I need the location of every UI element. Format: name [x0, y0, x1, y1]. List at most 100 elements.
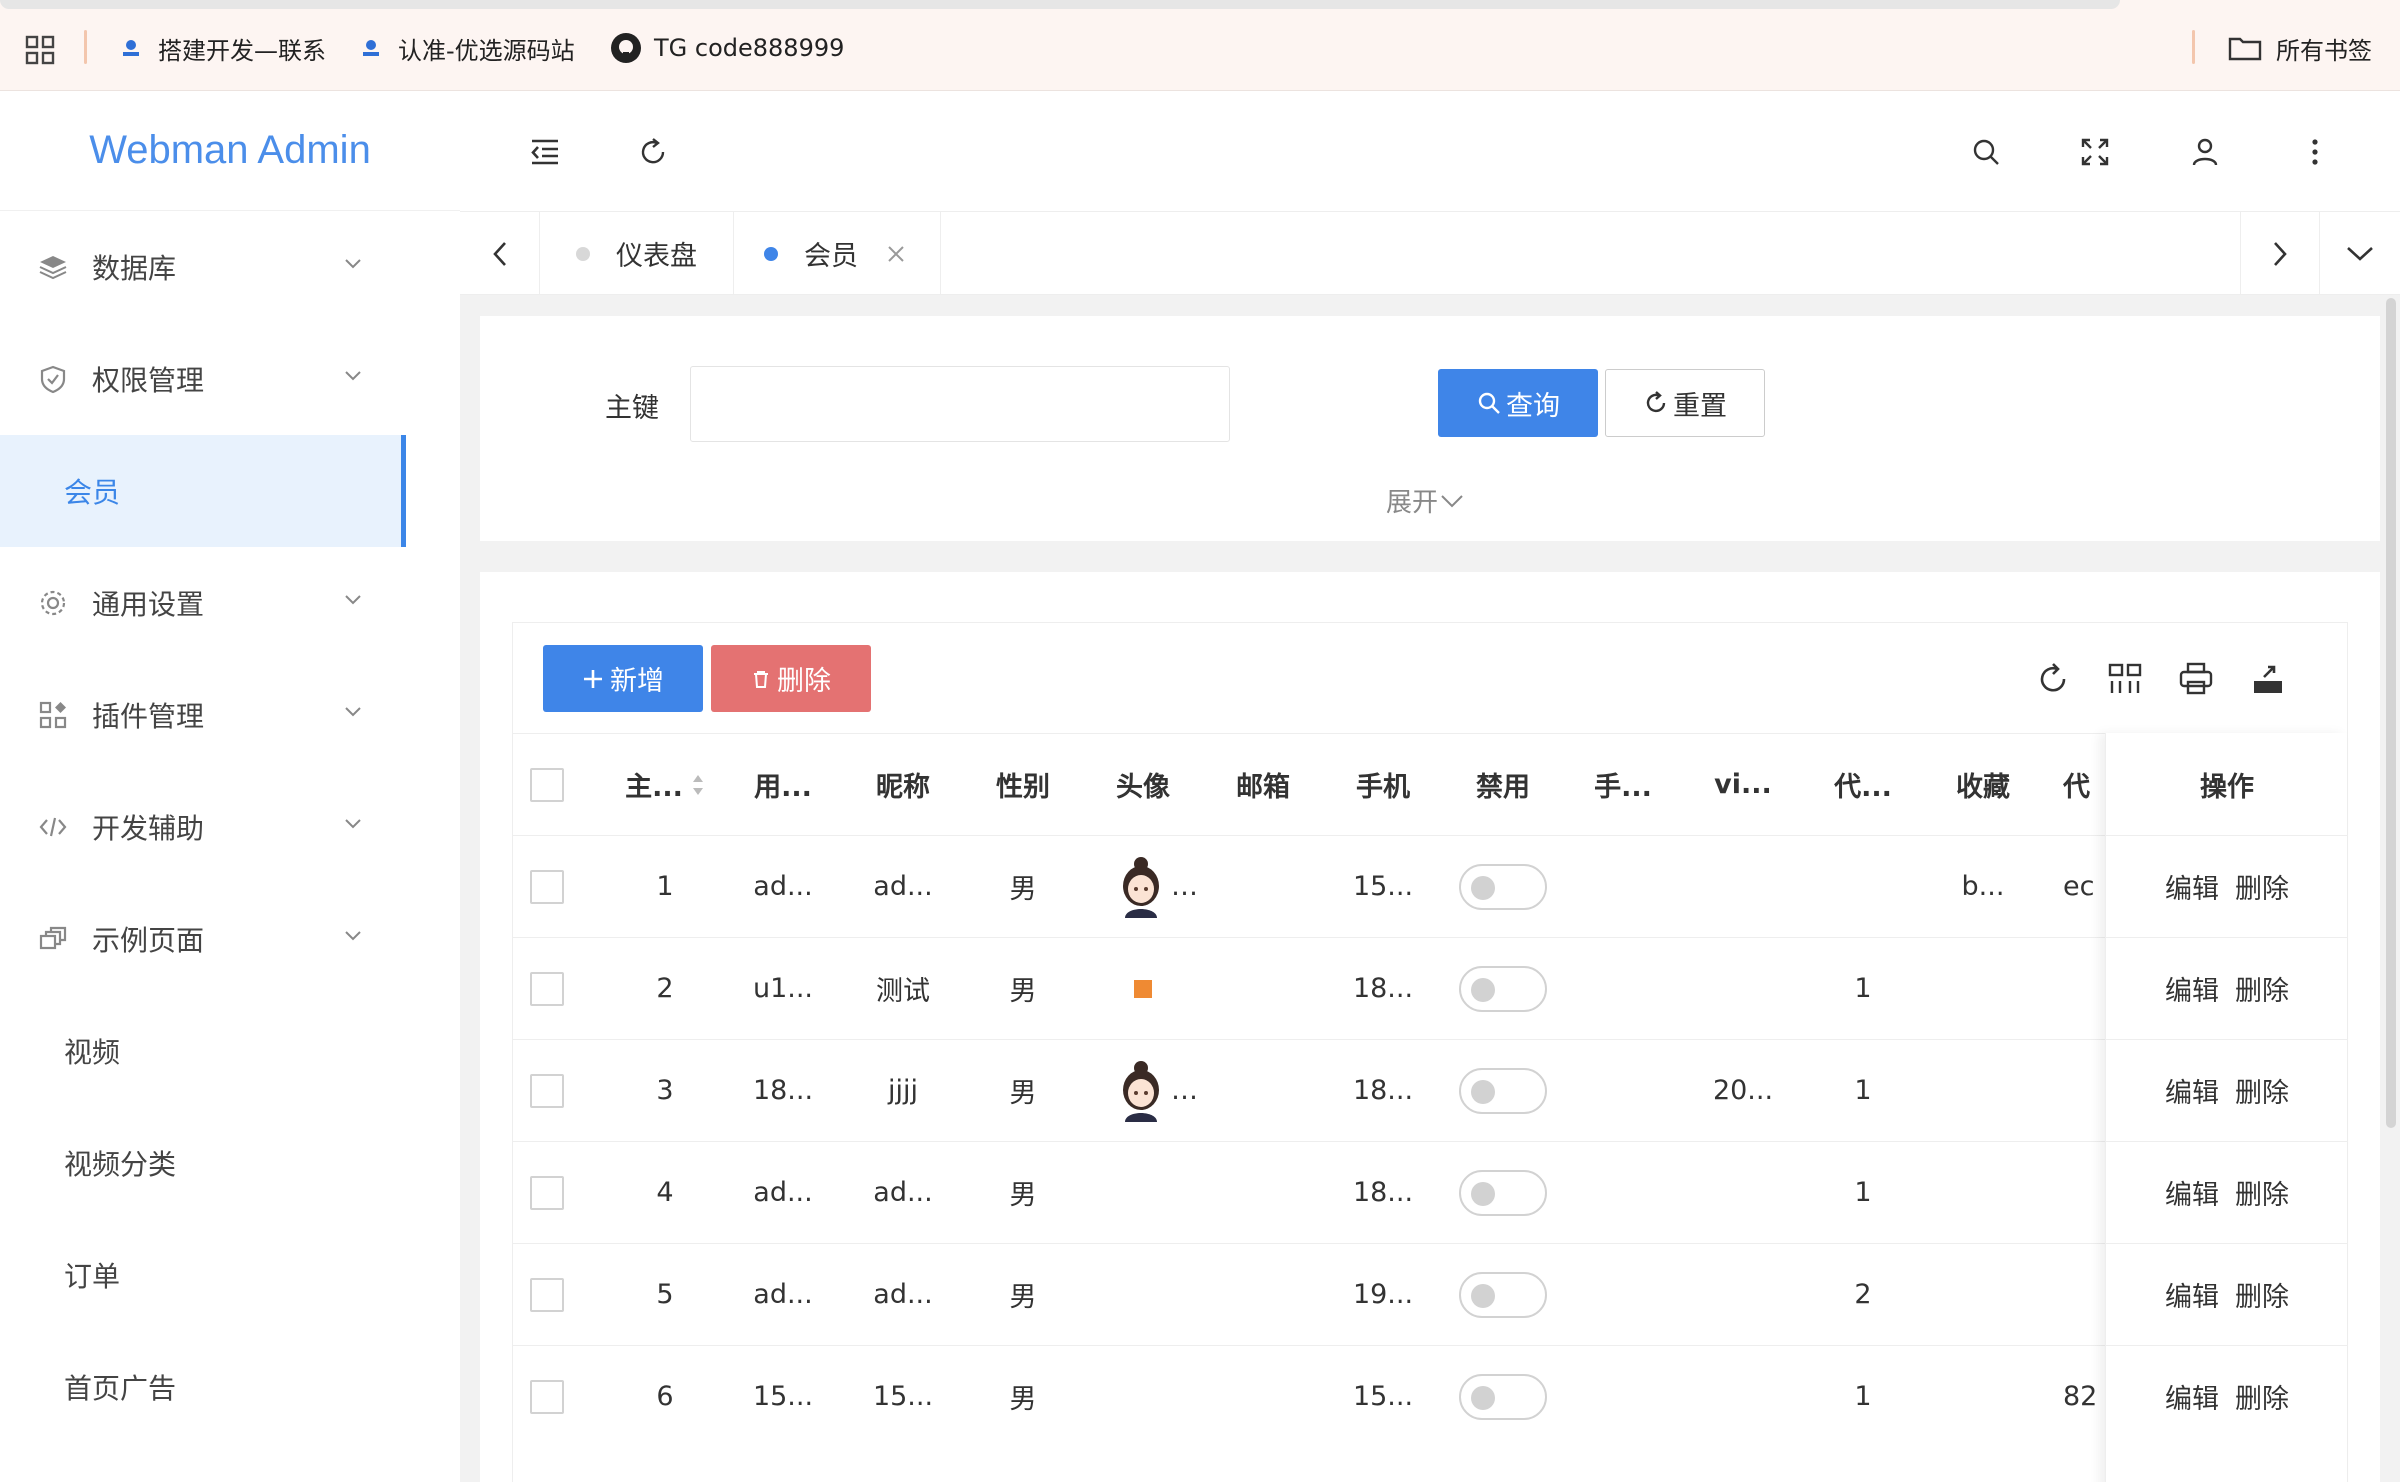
tab-scroll-left-button[interactable]: [460, 212, 540, 295]
search-icon[interactable]: [1969, 135, 2003, 169]
disabled-toggle[interactable]: [1459, 1067, 1547, 1114]
gear-icon: [40, 590, 66, 616]
tab-menu-button[interactable]: [2320, 212, 2400, 295]
disabled-toggle[interactable]: [1459, 1373, 1547, 1420]
column-header-disabled[interactable]: 禁用: [1443, 734, 1563, 835]
disabled-toggle[interactable]: [1459, 1271, 1547, 1318]
columns-icon[interactable]: [2107, 661, 2143, 697]
app-logo[interactable]: Webman Admin: [0, 91, 460, 211]
table-row[interactable]: 1 ad... ad... 男… 15... b... ec: [513, 835, 2347, 937]
sidebar-item-label: 数据库: [92, 252, 177, 285]
disabled-toggle[interactable]: [1459, 965, 1547, 1012]
delete-button[interactable]: 删除: [2235, 1275, 2289, 1314]
chevron-down-icon: [345, 259, 361, 269]
column-header-gender[interactable]: 性别: [963, 734, 1083, 835]
row-checkbox[interactable]: [530, 1277, 564, 1312]
disabled-toggle[interactable]: [1459, 863, 1547, 910]
export-icon[interactable]: [2250, 661, 2286, 697]
column-header-col9[interactable]: 手...: [1563, 734, 1683, 835]
sidebar-item-members[interactable]: 会员: [0, 435, 406, 547]
sidebar-item-settings[interactable]: 通用设置: [0, 547, 460, 659]
table-row[interactable]: 5 ad... ad... 男 19... 2: [513, 1243, 2347, 1345]
reset-button[interactable]: 重置: [1605, 369, 1765, 437]
sidebar-item-examples[interactable]: 示例页面: [0, 883, 460, 995]
delete-button[interactable]: 删除: [2235, 1071, 2289, 1110]
shield-icon: [40, 365, 66, 394]
apps-grid-icon[interactable]: [24, 34, 56, 66]
chevron-down-icon: [2347, 246, 2373, 261]
sidebar-item-dev-tools[interactable]: 开发辅助: [0, 771, 460, 883]
column-header-id[interactable]: 主...: [619, 734, 711, 835]
bookmark-item[interactable]: 认准-优选源码站: [360, 28, 575, 68]
edit-button[interactable]: 编辑: [2165, 1275, 2219, 1314]
sidebar-item-home-ads[interactable]: 首页广告: [0, 1331, 460, 1443]
column-header-nickname[interactable]: 昵称: [843, 734, 963, 835]
sidebar-item-orders[interactable]: 订单: [0, 1219, 460, 1331]
cell-fav: b...: [1961, 871, 2005, 902]
sort-icon[interactable]: [691, 772, 705, 798]
cell-id: 2: [656, 973, 674, 1004]
close-icon[interactable]: [886, 244, 906, 264]
add-button[interactable]: 新增: [543, 645, 703, 712]
avatar-more: …: [1171, 1075, 1198, 1106]
table-row[interactable]: 6 15... 15... 男 15... 1 82: [513, 1345, 2347, 1447]
refresh-icon[interactable]: [2035, 661, 2071, 697]
query-button[interactable]: 查询: [1438, 369, 1598, 437]
delete-button[interactable]: 删除: [2235, 867, 2289, 906]
primary-key-input[interactable]: [690, 366, 1230, 442]
column-header-username[interactable]: 用...: [723, 734, 843, 835]
delete-button[interactable]: 删除: [2235, 969, 2289, 1008]
column-header-favorites[interactable]: 收藏: [1923, 734, 2043, 835]
delete-button[interactable]: 删除: [2235, 1377, 2289, 1416]
bookmark-item[interactable]: TG code888999: [610, 28, 844, 68]
cell-nick: 15...: [872, 1381, 934, 1412]
select-all-checkbox[interactable]: [530, 767, 564, 802]
edit-button[interactable]: 编辑: [2165, 969, 2219, 1008]
avatar-broken-image[interactable]: [1134, 979, 1152, 998]
sidebar-item-plugins[interactable]: 插件管理: [0, 659, 460, 771]
row-checkbox[interactable]: [530, 971, 564, 1006]
row-checkbox[interactable]: [530, 1073, 564, 1108]
sidebar-item-video-category[interactable]: 视频分类: [0, 1107, 460, 1219]
page-scrollbar[interactable]: [2386, 298, 2396, 1128]
more-vertical-icon[interactable]: [2298, 135, 2332, 169]
edit-button[interactable]: 编辑: [2165, 1377, 2219, 1416]
edit-button[interactable]: 编辑: [2165, 867, 2219, 906]
all-bookmarks-button[interactable]: 所有书签: [2228, 28, 2372, 68]
tab-members[interactable]: 会员: [734, 212, 941, 295]
bookmark-item[interactable]: 搭建开发—联系: [120, 28, 326, 68]
disabled-cell: [1443, 1244, 1563, 1345]
row-select-cell: [513, 1244, 581, 1345]
user-icon[interactable]: [2188, 135, 2222, 169]
sidebar-item-database[interactable]: 数据库: [0, 211, 460, 323]
sidebar-item-permissions[interactable]: 权限管理: [0, 323, 460, 435]
edit-button[interactable]: 编辑: [2165, 1071, 2219, 1110]
sidebar-item-video[interactable]: 视频: [0, 995, 460, 1107]
print-icon[interactable]: [2178, 661, 2214, 697]
delete-button[interactable]: 删除: [2235, 1173, 2289, 1212]
row-checkbox[interactable]: [530, 1379, 564, 1414]
column-header-vip[interactable]: vi...: [1683, 734, 1803, 835]
column-header-avatar[interactable]: 头像: [1083, 734, 1203, 835]
fullscreen-icon[interactable]: [2078, 135, 2112, 169]
batch-delete-button[interactable]: 删除: [711, 645, 871, 712]
tab-scroll-right-button[interactable]: [2240, 212, 2320, 295]
column-header-agent[interactable]: 代...: [1803, 734, 1923, 835]
table-row[interactable]: 3 18... jjjj 男 … 18... 20... 1: [513, 1039, 2347, 1141]
expand-toggle[interactable]: 展开: [1386, 482, 1464, 519]
table-row[interactable]: 4 ad... ad... 男 18... 1: [513, 1141, 2347, 1243]
refresh-icon[interactable]: [636, 135, 670, 169]
cell-email: [1203, 938, 1323, 1039]
tab-dashboard[interactable]: 仪表盘: [540, 212, 734, 295]
github-icon: [611, 33, 641, 63]
row-checkbox[interactable]: [530, 869, 564, 904]
disabled-toggle[interactable]: [1459, 1169, 1547, 1216]
edit-button[interactable]: 编辑: [2165, 1173, 2219, 1212]
avatar[interactable]: [1113, 1060, 1169, 1122]
avatar[interactable]: [1113, 856, 1169, 918]
table-row[interactable]: 2 u1... 测试 男 18... 1: [513, 937, 2347, 1039]
column-header-phone[interactable]: 手机: [1323, 734, 1443, 835]
row-checkbox[interactable]: [530, 1175, 564, 1210]
column-header-email[interactable]: 邮箱: [1203, 734, 1323, 835]
menu-collapse-icon[interactable]: [528, 135, 562, 169]
